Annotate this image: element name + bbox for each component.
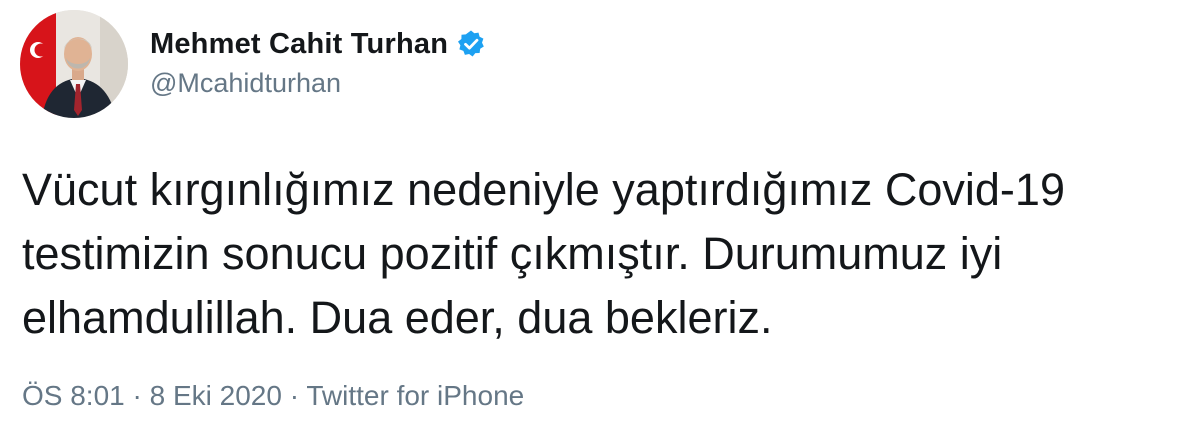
- tweet-date[interactable]: 8 Eki 2020: [150, 380, 282, 411]
- tweet-text: Vücut kırgınlığımız nedeniyle yaptırdığı…: [22, 164, 1065, 343]
- tweet-author: Mehmet Cahit Turhan @Mcahidturhan: [150, 24, 486, 99]
- avatar-photo: [20, 10, 128, 118]
- tweet-meta: ÖS 8:01 · 8 Eki 2020 · Twitter for iPhon…: [22, 380, 524, 412]
- tweet-card: Mehmet Cahit Turhan @Mcahidturhan Vücut …: [0, 0, 1200, 444]
- verified-badge-icon: [456, 29, 486, 59]
- tweet-source[interactable]: Twitter for iPhone: [306, 380, 524, 411]
- tweet-time[interactable]: ÖS 8:01: [22, 380, 125, 411]
- author-display-name[interactable]: Mehmet Cahit Turhan: [150, 28, 448, 61]
- meta-separator: ·: [289, 380, 300, 411]
- author-handle[interactable]: @Mcahidturhan: [150, 68, 486, 99]
- meta-separator: ·: [132, 380, 142, 411]
- avatar[interactable]: [20, 10, 128, 118]
- author-name-row: Mehmet Cahit Turhan: [150, 24, 486, 64]
